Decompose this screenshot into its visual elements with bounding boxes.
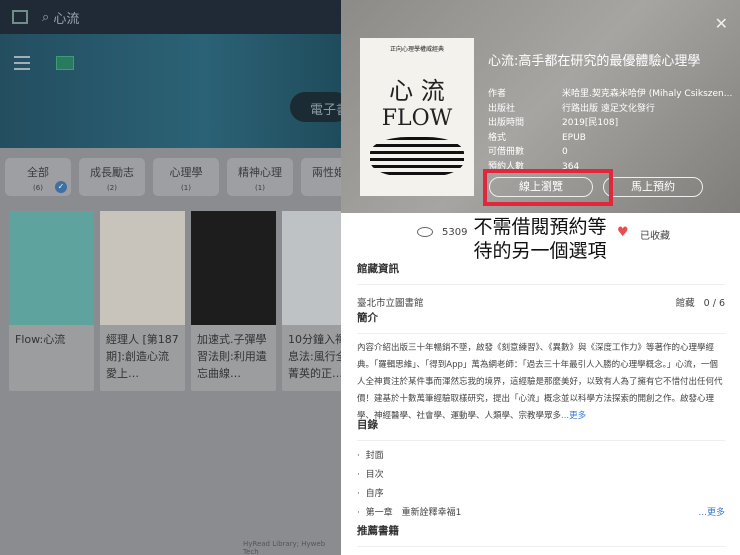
book-card[interactable]: 10分鐘入禪休息法:風行全球菁英的正…: [282, 211, 341, 391]
search-icon[interactable]: ⌕: [42, 10, 53, 25]
toc-item: · 第一章 重新詮釋幸福1 ...更多: [357, 504, 725, 523]
heart-icon[interactable]: ♥: [617, 225, 629, 240]
toc-section: 目錄 · 封面 · 目次 · 自序 · 第一章 重新詮釋幸福1 ...更多: [357, 417, 725, 523]
book-card[interactable]: 經理人 [第187期]:創造心流 愛上…: [100, 211, 185, 391]
toc-item: · 封面: [357, 451, 384, 461]
intro-section: 簡介 內容介紹出版三十年暢銷不墜，啟發《刻意練習》、《異數》與《深度工作力》等著…: [357, 310, 725, 425]
category-all[interactable]: 全部 (6) ✓: [5, 158, 71, 196]
book-card[interactable]: 加速式.子彈學習法則:利用遺忘曲線…: [191, 211, 276, 391]
scan-icon[interactable]: [12, 10, 28, 24]
ebook-button[interactable]: 電子書: [290, 92, 341, 122]
meta-row: 可借冊數 0: [488, 147, 568, 157]
intro-text: 內容介紹出版三十年暢銷不墜，啟發《刻意練習》、《異數》與《深度工作力》等著作的心…: [357, 343, 723, 421]
recommend-section: 推薦書籍: [357, 523, 725, 547]
book-title: 心流:高手都在研究的最優體驗心理學: [488, 54, 701, 69]
book-card[interactable]: Flow:心流: [9, 211, 94, 391]
footer: HyRead Library; Hyweb Tech: [243, 540, 326, 555]
close-icon[interactable]: ✕: [715, 14, 728, 33]
cover-waves: [370, 137, 464, 177]
category-mental[interactable]: 精神心理 (1): [227, 158, 293, 196]
book-meta: 作者 米哈里.契克森米哈伊 (Mihaly Csikszen... 出版社 行路出版…: [488, 87, 732, 174]
search-results-background: ⌕ 心流 電子書 全部(6)✓ 成長勵志(2) 心理學(1) 精神心理(1) 兩…: [0, 0, 341, 555]
meta-row: 格式 EPUB: [488, 132, 586, 143]
view-count: 5309: [442, 227, 468, 238]
book-cover: 正向心理學權威經典 心 流 FLOW: [360, 38, 474, 196]
holdings-label: 館藏: [675, 298, 695, 309]
category-growth[interactable]: 成長勵志 (2): [79, 158, 145, 196]
views-icon: [417, 227, 433, 237]
search-query[interactable]: 心流: [53, 8, 79, 27]
section-heading: 目錄: [357, 417, 725, 441]
highlight-box: [483, 169, 613, 206]
book-detail-panel: ✕ 正向心理學權威經典 心 流 FLOW 心流:高手都在研究的最優體驗心理學 作…: [341, 0, 740, 555]
meta-row: 出版社 行路出版 遠足文化發行: [488, 103, 655, 114]
book-cover: [9, 211, 94, 325]
detail-header: ✕ 正向心理學權威經典 心 流 FLOW 心流:高手都在研究的最優體驗心理學 作…: [341, 0, 740, 213]
banner: 電子書: [0, 34, 341, 148]
annotation-text: 不需借閱預約等待的另一個選項: [473, 216, 607, 262]
toc-item: · 自序: [357, 489, 384, 499]
favorited-label: 已收藏: [640, 231, 670, 242]
book-cover: [191, 211, 276, 325]
holdings-count: 0 / 6: [703, 298, 725, 309]
book-grid: Flow:心流 經理人 [第187期]:創造心流 愛上… 加速式.子彈學習法則:…: [0, 196, 341, 391]
book-cover: [282, 211, 341, 325]
toc-item: · 目次: [357, 470, 384, 480]
holdings-section: 館藏資訊 臺北市立圖書館 館藏 0 / 6: [357, 261, 725, 309]
menu-icon[interactable]: [14, 56, 30, 74]
check-icon: ✓: [55, 181, 67, 193]
section-heading: 館藏資訊: [357, 261, 725, 285]
section-heading: 簡介: [357, 310, 725, 334]
category-filters: 全部(6)✓ 成長勵志(2) 心理學(1) 精神心理(1) 兩性婚姻: [0, 148, 341, 196]
reserve-button[interactable]: 馬上預約: [603, 177, 703, 197]
book-cover: [100, 211, 185, 325]
section-heading: 推薦書籍: [357, 523, 725, 547]
library-name: 臺北市立圖書館: [357, 298, 424, 309]
toc-more-link[interactable]: ...更多: [698, 504, 725, 523]
meta-row: 出版時間 2019[民108]: [488, 118, 619, 128]
category-psychology[interactable]: 心理學 (1): [153, 158, 219, 196]
meta-row: 作者 米哈里.契克森米哈伊 (Mihaly Csikszen...: [488, 89, 733, 99]
top-bar: ⌕ 心流: [0, 0, 341, 34]
library-card-icon[interactable]: [56, 56, 74, 70]
category-relationships[interactable]: 兩性婚姻: [301, 158, 341, 196]
